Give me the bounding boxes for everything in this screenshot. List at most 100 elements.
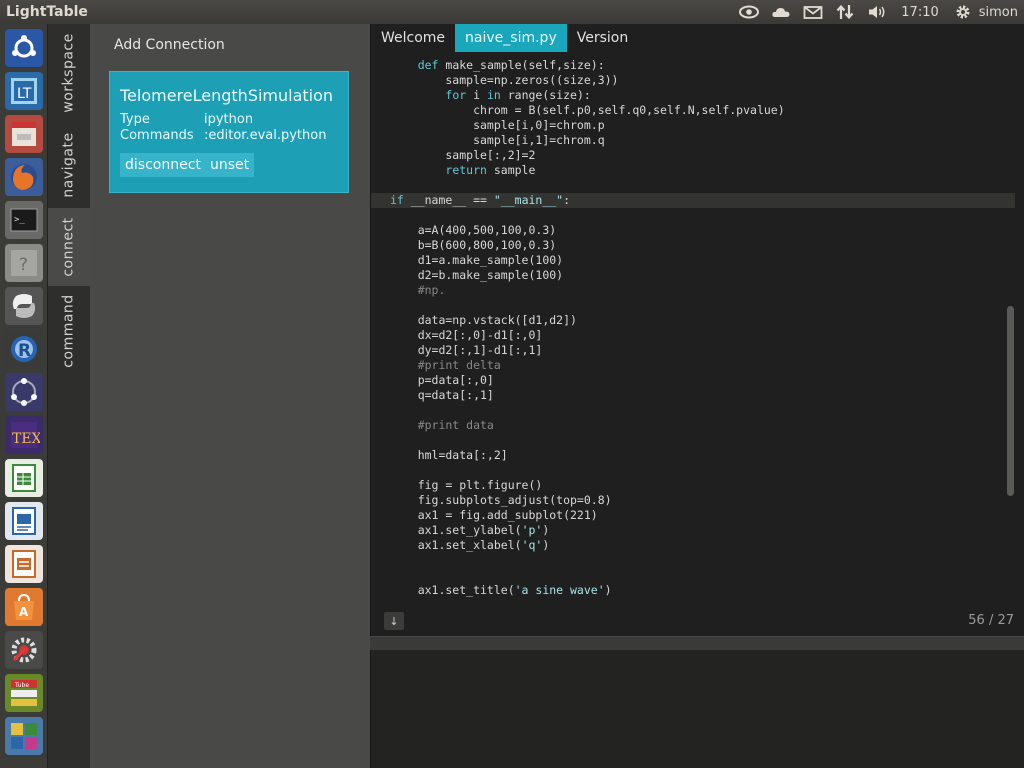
editor-tabs: Welcome naive_sim.py Version (371, 24, 638, 52)
file-cabinet-icon[interactable] (5, 115, 43, 153)
code-area[interactable]: def make_sample(self,size): sample=np.ze… (371, 58, 1015, 598)
code-line[interactable] (371, 208, 1015, 223)
code-line[interactable]: hml=data[:,2] (371, 448, 1015, 463)
launcher: LT >_ ? R TEX A Tube (0, 24, 48, 768)
writer-icon[interactable] (5, 502, 43, 540)
connection-commands-row: Commands :editor.eval.python (120, 128, 326, 143)
stacked-apps-icon[interactable]: Tube (5, 674, 43, 712)
code-line[interactable]: ax1 = fig.add_subplot(221) (371, 508, 1015, 523)
code-line[interactable]: sample=np.zeros((size,3)) (371, 73, 1015, 88)
code-line[interactable]: #np. (371, 283, 1015, 298)
console-panel[interactable] (370, 650, 1024, 768)
code-line[interactable]: for i in range(size): (371, 88, 1015, 103)
code-line[interactable]: a=A(400,500,100,0.3) (371, 223, 1015, 238)
svg-text:LT: LT (17, 86, 32, 102)
code-line[interactable]: fig = plt.figure() (371, 478, 1015, 493)
code-line[interactable]: ax1.set_ylabel('p') (371, 523, 1015, 538)
svg-text:?: ? (19, 255, 28, 275)
code-line[interactable]: def make_sample(self,size): (371, 58, 1015, 73)
connection-name: TelomereLengthSimulation (120, 86, 334, 105)
editor-tab[interactable]: Version (567, 24, 638, 52)
user-name[interactable]: simon (979, 5, 1018, 20)
connection-type-row: Type ipython (120, 112, 253, 127)
code-line[interactable]: dy=d2[:,1]-d1[:,1] (371, 343, 1015, 358)
code-line[interactable]: d2=b.make_sample(100) (371, 268, 1015, 283)
firefox-icon[interactable] (5, 158, 43, 196)
sidebar-tabs: workspace navigate connect command (48, 24, 90, 768)
code-line[interactable] (371, 298, 1015, 313)
svg-text:Tube: Tube (14, 682, 29, 689)
code-line[interactable] (371, 403, 1015, 418)
connect-panel: Add Connection TelomereLengthSimulation … (90, 24, 370, 768)
indicator-area: 17:10 simon (733, 0, 1024, 24)
code-line[interactable]: p=data[:,0] (371, 373, 1015, 388)
software-center-icon[interactable]: A (5, 588, 43, 626)
mail-icon[interactable] (797, 0, 829, 24)
code-line[interactable]: ax1.set_title('a sine wave') (371, 583, 1015, 598)
clock[interactable]: 17:10 (893, 5, 946, 20)
settings-icon[interactable] (5, 631, 43, 669)
impress-icon[interactable] (5, 545, 43, 583)
connection-commands-label: Commands (120, 128, 194, 143)
code-line[interactable]: return sample (371, 163, 1015, 178)
eye-icon[interactable] (733, 0, 765, 24)
lighttable-icon[interactable]: LT (5, 72, 43, 110)
tex-icon[interactable]: TEX (5, 416, 43, 454)
code-line[interactable]: if __name__ == "__main__": (371, 193, 1015, 208)
network-icon[interactable] (829, 0, 861, 24)
python-icon[interactable] (5, 287, 43, 325)
code-line[interactable] (371, 553, 1015, 568)
code-editor: Welcome naive_sim.py Version def make_samp… (370, 24, 1024, 636)
code-line[interactable]: sample[i,0]=chrom.p (371, 118, 1015, 133)
add-connection-button[interactable]: Add Connection (114, 37, 225, 53)
tab-workspace[interactable]: workspace (48, 24, 90, 122)
cursor-position: 56 / 27 (968, 613, 1014, 628)
console-divider[interactable] (370, 636, 1024, 650)
tab-command[interactable]: command (48, 286, 90, 376)
top-panel: LightTable 17:10 simon (0, 0, 1024, 24)
code-line[interactable]: #print delta (371, 358, 1015, 373)
unset-button[interactable]: unset (205, 153, 255, 177)
tab-navigate[interactable]: navigate (48, 122, 90, 208)
code-line[interactable]: ax1.set_xlabel('q') (371, 538, 1015, 553)
cloud-icon[interactable] (765, 0, 797, 24)
app-title: LightTable (6, 4, 88, 20)
code-line[interactable]: fig.subplots_adjust(top=0.8) (371, 493, 1015, 508)
connection-commands-value: :editor.eval.python (204, 128, 327, 143)
code-line[interactable]: sample[:,2]=2 (371, 148, 1015, 163)
scroll-down-button[interactable]: ↓ (384, 612, 404, 630)
code-line[interactable]: data=np.vstack([d1,d2]) (371, 313, 1015, 328)
terminal-icon[interactable]: >_ (5, 201, 43, 239)
code-line[interactable]: sample[i,1]=chrom.q (371, 133, 1015, 148)
svg-text:R: R (18, 341, 31, 361)
connection-type-value: ipython (204, 112, 254, 127)
code-line[interactable]: #print data (371, 418, 1015, 433)
ubuntu-home-icon[interactable] (5, 29, 43, 67)
r-icon[interactable]: R (5, 330, 43, 368)
editor-scrollbar[interactable] (1007, 306, 1014, 496)
connection-card[interactable]: TelomereLengthSimulation Type ipython Co… (109, 71, 349, 193)
svg-text:A: A (19, 605, 29, 619)
editor-tab[interactable]: Welcome (371, 24, 455, 52)
code-line[interactable] (371, 568, 1015, 583)
editor-tab[interactable]: naive_sim.py (455, 24, 567, 52)
help-icon[interactable]: ? (5, 244, 43, 282)
connection-type-label: Type (120, 112, 150, 127)
volume-icon[interactable] (861, 0, 893, 24)
disconnect-button[interactable]: disconnect (120, 153, 206, 177)
code-line[interactable]: d1=a.make_sample(100) (371, 253, 1015, 268)
code-line[interactable]: b=B(600,800,100,0.3) (371, 238, 1015, 253)
svg-text:>_: >_ (14, 215, 25, 225)
tab-connect[interactable]: connect (48, 208, 90, 286)
gear-icon[interactable] (947, 0, 979, 24)
network-graph-icon[interactable] (5, 373, 43, 411)
code-line[interactable]: q=data[:,1] (371, 388, 1015, 403)
code-line[interactable] (371, 178, 1015, 193)
code-line[interactable] (371, 463, 1015, 478)
code-line[interactable]: chrom = B(self.p0,self.q0,self.N,self.pv… (371, 103, 1015, 118)
workspace-switcher-icon[interactable] (5, 717, 43, 755)
code-line[interactable]: dx=d2[:,0]-d1[:,0] (371, 328, 1015, 343)
code-line[interactable] (371, 433, 1015, 448)
calc-icon[interactable] (5, 459, 43, 497)
svg-text:TEX: TEX (12, 431, 40, 447)
